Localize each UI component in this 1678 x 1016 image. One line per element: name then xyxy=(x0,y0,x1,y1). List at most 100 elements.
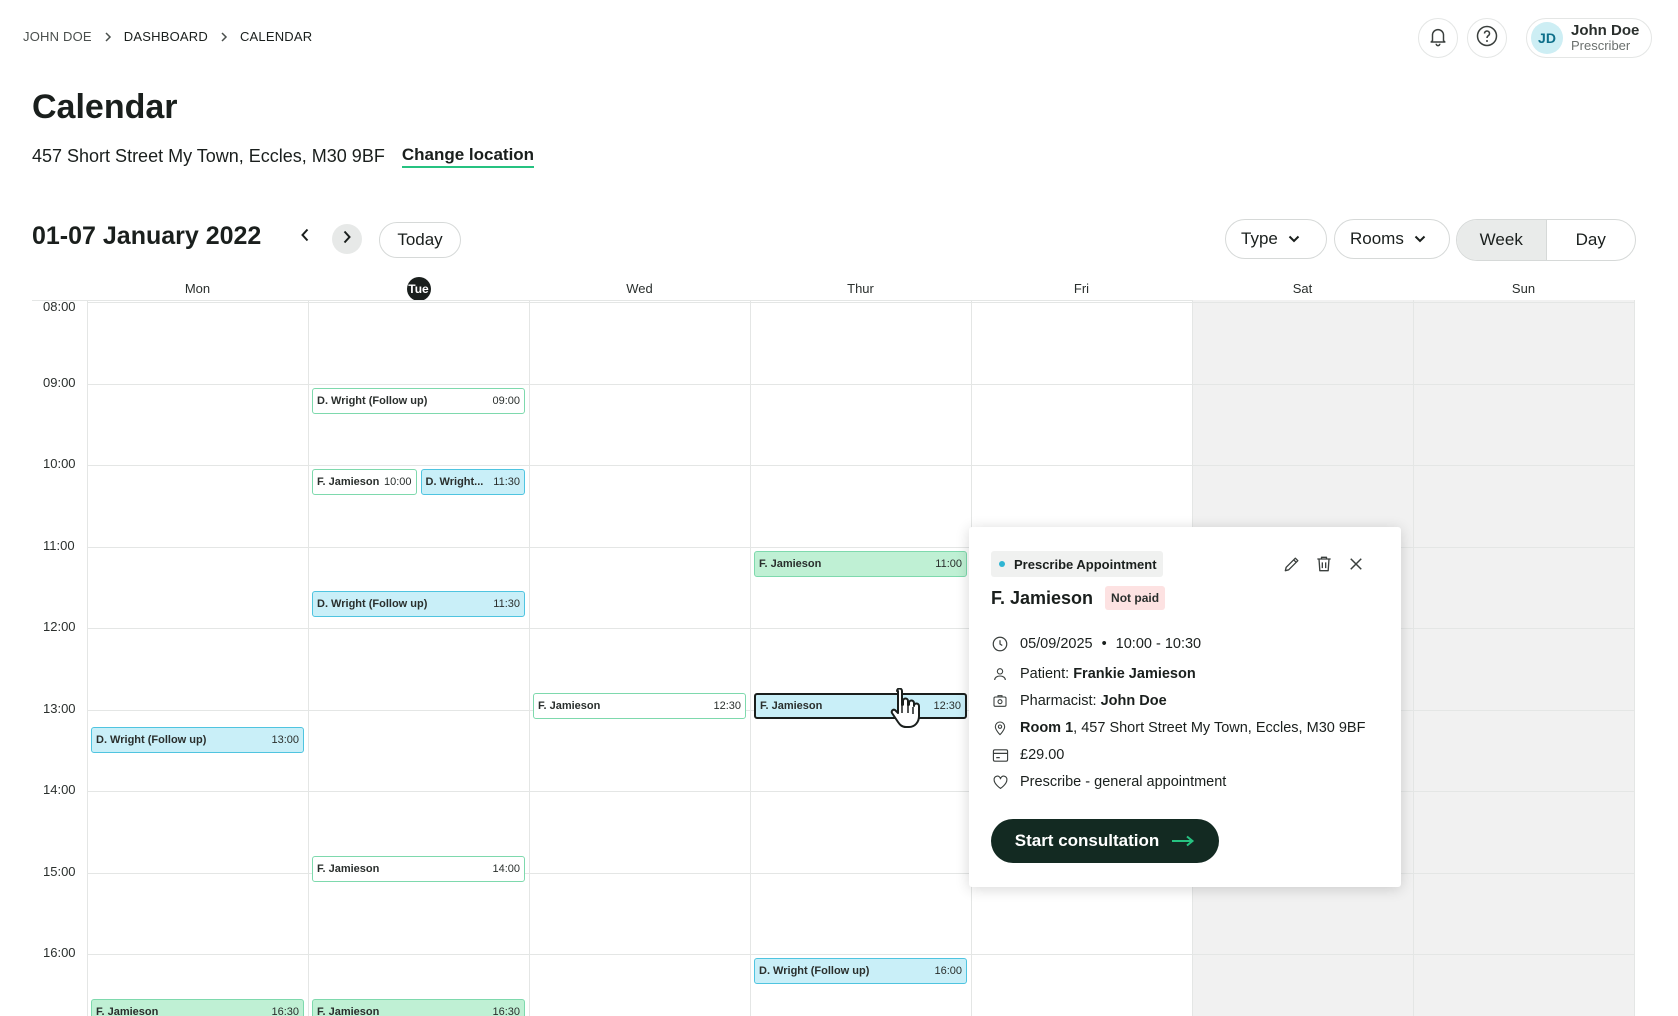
day-header-wed: Wed xyxy=(529,281,750,296)
pharmacist-label: Pharmacist: xyxy=(1020,693,1097,709)
appointment-event[interactable]: F. Jamieson 10:00 xyxy=(312,469,417,495)
breadcrumb-item-calendar[interactable]: CALENDAR xyxy=(240,29,312,44)
time-label: 14:00 xyxy=(43,782,76,797)
day-view-button[interactable]: Day xyxy=(1547,220,1636,260)
event-time: 16:00 xyxy=(934,965,962,977)
appointment-time: 10:00 - 10:30 xyxy=(1115,636,1202,652)
day-label: Sun xyxy=(1511,281,1536,296)
column-divider xyxy=(308,300,309,1016)
time-label: 13:00 xyxy=(43,700,76,716)
user-name: John Doe xyxy=(1571,21,1640,39)
appointment-event[interactable]: F. Jamieson 12:30 xyxy=(754,693,967,720)
event-time: 14:00 xyxy=(492,863,520,876)
appointment-event[interactable]: D. Wright (Follow up) 16:00 xyxy=(754,958,967,984)
previous-week-button[interactable] xyxy=(294,226,316,248)
column-divider xyxy=(1413,300,1414,1016)
change-location-link[interactable]: Change location xyxy=(401,145,535,168)
appointment-event[interactable]: D. Wright (Follow up) 11:30 xyxy=(312,591,525,618)
event-time: 16:30 xyxy=(271,1005,299,1016)
hour-line xyxy=(87,302,1635,303)
help-button[interactable] xyxy=(1467,18,1507,58)
breadcrumb-item-john-doe[interactable]: JOHN DOE xyxy=(23,29,92,44)
patient-row: Patient: Frankie Jamieson xyxy=(991,665,1196,683)
appointment-event[interactable]: D. Wright (Follow up) 09:00 xyxy=(312,387,525,414)
hour-line xyxy=(87,954,1635,955)
appointment-header: F. Jamieson Not paid xyxy=(991,586,1166,610)
chevron-down-icon xyxy=(1414,235,1426,243)
chevron-left-icon xyxy=(300,228,310,247)
bullet-separator: • xyxy=(1101,636,1107,652)
time-label: 10:00 xyxy=(43,456,76,471)
patient-name: Frankie Jamieson xyxy=(1073,666,1196,682)
breadcrumb: JOHN DOE DASHBOARD CALENDAR xyxy=(23,29,312,44)
event-patient-name: F. Jamieson xyxy=(317,1005,380,1016)
event-patient-name: D. Wright... xyxy=(425,476,484,488)
delete-icon[interactable] xyxy=(1314,554,1334,574)
column-divider xyxy=(750,300,751,1016)
today-button[interactable]: Today xyxy=(379,222,461,258)
person-icon xyxy=(991,665,1009,683)
event-patient-name: D. Wright (Follow up) xyxy=(317,394,428,407)
event-patient-name: F. Jamieson xyxy=(96,1005,159,1016)
day-header-sun: Sun xyxy=(1413,281,1634,296)
day-header-mon: Mon xyxy=(87,281,308,296)
price: £29.00 xyxy=(1020,747,1065,763)
appointment-event[interactable]: F. Jamieson 16:30 xyxy=(312,998,525,1016)
appointment-popover: Prescribe Appointment F. Jamieson Not pa… xyxy=(969,527,1401,887)
status-dot xyxy=(999,561,1005,567)
day-header-fri: Fri xyxy=(971,281,1192,296)
chevron-right-icon xyxy=(342,230,352,249)
event-patient-name: D. Wright (Follow up) xyxy=(759,965,870,977)
clock-icon xyxy=(991,635,1009,653)
day-label: Tue xyxy=(406,277,431,301)
price-row: £29.00 xyxy=(991,746,1064,764)
appointment-event[interactable]: F. Jamieson 16:30 xyxy=(91,998,304,1016)
start-consultation-button[interactable]: Start consultation xyxy=(991,819,1219,863)
event-patient-name: F. Jamieson xyxy=(317,476,380,488)
close-icon[interactable] xyxy=(1346,554,1366,574)
location-row: Room 1, 457 Short Street My Town, Eccles… xyxy=(991,719,1365,737)
notifications-button[interactable] xyxy=(1418,18,1458,58)
event-time: 11:30 xyxy=(493,476,520,488)
view-toggle: Week Day xyxy=(1456,219,1636,261)
patient-short-name: F. Jamieson xyxy=(991,587,1094,608)
event-patient-name: F. Jamieson xyxy=(317,863,380,876)
event-patient-name: F. Jamieson xyxy=(760,700,823,713)
day-label: Fri xyxy=(1073,281,1090,296)
event-time: 12:30 xyxy=(933,700,961,713)
avatar: JD xyxy=(1531,22,1563,54)
pharmacist-row: Pharmacist: John Doe xyxy=(991,692,1167,710)
rooms-filter-dropdown[interactable]: Rooms xyxy=(1334,219,1450,259)
week-view-button[interactable]: Week xyxy=(1457,220,1547,260)
event-time: 11:00 xyxy=(935,557,962,570)
event-time: 16:30 xyxy=(492,1005,520,1016)
hour-line xyxy=(87,383,1635,385)
service-name: Prescribe - general appointment xyxy=(1020,774,1227,790)
column-divider xyxy=(1634,300,1635,1016)
next-week-button[interactable] xyxy=(332,224,362,254)
hour-line xyxy=(87,465,1635,466)
column-divider xyxy=(529,300,530,1016)
user-role: Prescriber xyxy=(1571,38,1631,54)
event-patient-name: F. Jamieson xyxy=(759,557,822,570)
event-time: 11:30 xyxy=(493,598,520,611)
appointment-event[interactable]: D. Wright... 11:30 xyxy=(420,469,525,495)
breadcrumb-item-dashboard[interactable]: DASHBOARD xyxy=(124,29,208,44)
event-patient-name: F. Jamieson xyxy=(538,700,601,713)
user-menu[interactable]: JD John Doe Prescriber xyxy=(1526,18,1652,58)
time-label: 08:00 xyxy=(43,299,76,314)
appointment-type-tag: Prescribe Appointment xyxy=(991,551,1163,577)
appointment-datetime: 05/09/2025 • 10:00 - 10:30 xyxy=(991,635,1201,653)
page-title: Calendar xyxy=(32,88,178,126)
edit-icon[interactable] xyxy=(1282,554,1302,574)
type-filter-dropdown[interactable]: Type xyxy=(1225,219,1327,259)
appointment-event[interactable]: F. Jamieson 14:00 xyxy=(312,856,525,883)
appointment-event[interactable]: F. Jamieson 11:00 xyxy=(754,550,967,577)
event-time: 09:00 xyxy=(492,394,520,407)
appointment-event[interactable]: F. Jamieson 12:30 xyxy=(533,693,746,720)
heart-icon xyxy=(991,773,1009,791)
event-time: 13:00 xyxy=(271,734,299,747)
appointment-event[interactable]: D. Wright (Follow up) 13:00 xyxy=(91,727,304,754)
hand-cursor-icon xyxy=(888,687,920,735)
calendar-grid: D. Wright (Follow up) 09:00 F. Jamieson 10:… xyxy=(87,300,1635,1016)
